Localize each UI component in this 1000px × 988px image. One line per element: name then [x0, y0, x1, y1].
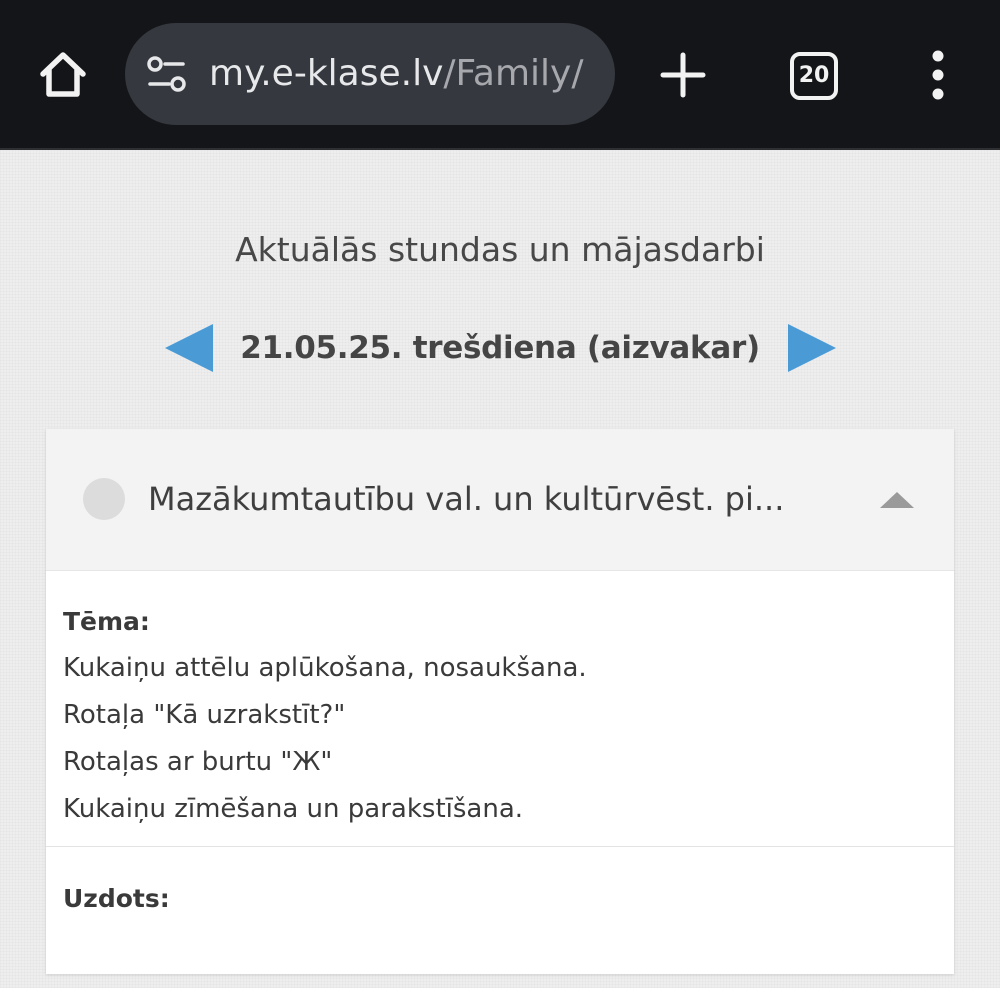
more-vertical-icon	[932, 50, 944, 100]
address-bar[interactable]: my.e-klase.lv/Family/	[125, 23, 615, 125]
tab-count-badge: 20	[790, 52, 838, 100]
tab-switcher-button[interactable]: 20	[788, 50, 838, 100]
more-menu-button[interactable]	[918, 48, 958, 104]
lesson-title: Mazākumtautību val. un kultūrvēst. pi...	[148, 480, 785, 518]
arrow-left-icon	[165, 324, 213, 372]
assigned-label: Uzdots:	[63, 884, 170, 913]
previous-day-button[interactable]	[163, 322, 215, 374]
chevron-up-icon[interactable]	[878, 489, 916, 511]
topic-line: Rotaļa "Kā uzrakstīt?"	[63, 700, 346, 730]
url-domain: my.e-klase.lv	[209, 53, 444, 94]
topic-line: Kukaiņu attēlu aplūkošana, nosaukšana.	[63, 653, 587, 683]
assigned-section: Uzdots:	[63, 876, 933, 922]
home-icon	[40, 52, 86, 97]
next-day-button[interactable]	[786, 322, 838, 374]
topic-line: Rotaļas ar burtu "Ж"	[63, 747, 333, 777]
url-path: /Family/	[443, 53, 584, 94]
plus-icon	[660, 52, 706, 98]
url-text[interactable]: my.e-klase.lv/Family/	[209, 51, 597, 97]
browser-toolbar: my.e-klase.lv/Family/ 20	[0, 0, 1000, 150]
topic-line: Kukaiņu zīmēšana un parakstīšana.	[63, 794, 524, 824]
page-title: Aktuālās stundas un mājasdarbi	[235, 230, 765, 269]
lesson-status-indicator	[83, 478, 125, 520]
lesson-card: Mazākumtautību val. un kultūrvēst. pi...…	[46, 429, 954, 974]
arrow-right-icon	[788, 324, 836, 372]
date-navigation: 21.05.25. trešdiena (aizvakar)	[0, 318, 1000, 378]
topic-label: Tēma:	[63, 607, 150, 636]
home-button[interactable]	[33, 44, 93, 104]
new-tab-button[interactable]	[656, 48, 710, 102]
section-divider	[46, 846, 954, 847]
topic-section: Tēma: Kukaiņu attēlu aplūkošana, nosaukš…	[63, 599, 933, 833]
lesson-header[interactable]: Mazākumtautību val. un kultūrvēst. pi...	[46, 429, 954, 571]
current-date: 21.05.25. trešdiena (aizvakar)	[240, 330, 760, 366]
tune-icon[interactable]	[145, 55, 189, 93]
